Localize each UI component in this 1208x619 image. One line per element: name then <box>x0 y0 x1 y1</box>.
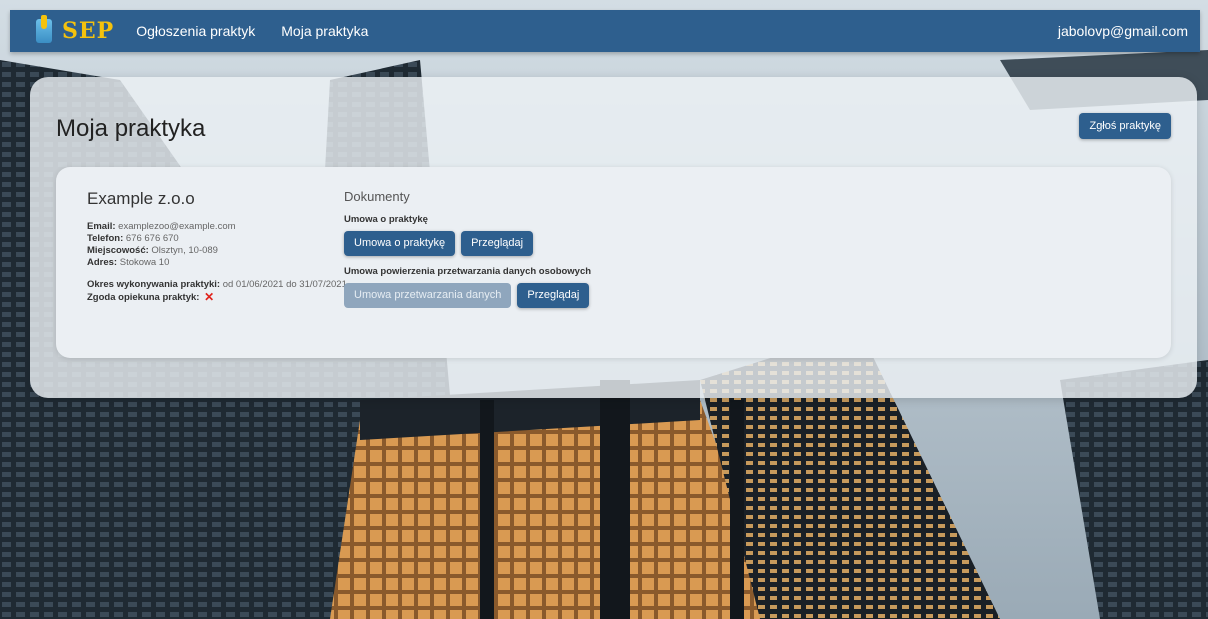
report-internship-button[interactable]: Zgłoś praktykę <box>1079 113 1171 139</box>
logo-icon <box>36 15 52 43</box>
company-name: Example z.o.o <box>87 189 195 208</box>
internship-agreement-label: Umowa o praktykę <box>344 214 428 225</box>
supervisor-consent-line: Zgoda opiekuna praktyk: ✕ <box>87 291 347 304</box>
internship-period: od 01/06/2021 do 31/07/2021 <box>222 279 347 290</box>
company-email-line: Email: examplezoo@example.com <box>87 221 347 233</box>
main-panel: Moja praktyka Zgłoś praktykę Example z.o… <box>30 77 1197 398</box>
data-processing-agreement-browse-button[interactable]: Przeglądaj <box>517 283 590 308</box>
page-title: Moja praktyka <box>56 115 206 142</box>
logo-text: SEP <box>62 18 115 44</box>
consent-label: Zgoda opiekuna praktyk: <box>87 292 200 303</box>
internship-agreement-button[interactable]: Umowa o praktykę <box>344 231 456 256</box>
internship-period-line: Okres wykonywania praktyki: od 01/06/202… <box>87 279 347 291</box>
internship-card: Example z.o.o Email: examplezoo@example.… <box>56 167 1171 358</box>
company-city: Olsztyn, 10-089 <box>151 245 218 256</box>
company-address: Stokowa 10 <box>119 257 170 268</box>
nav-link-internship-offers[interactable]: Ogłoszenia praktyk <box>136 23 255 39</box>
company-phone: 676 676 670 <box>125 233 179 244</box>
nav-link-my-internship[interactable]: Moja praktyka <box>281 23 368 39</box>
company-address-line: Adres: Stokowa 10 <box>87 257 347 269</box>
company-phone-line: Telefon: 676 676 670 <box>87 233 347 245</box>
phone-label: Telefon: <box>87 233 124 244</box>
period-label: Okres wykonywania praktyki: <box>87 279 221 290</box>
app-logo[interactable]: SEP <box>36 15 115 46</box>
documents-section: Dokumenty Umowa o praktykę Umowa o prakt… <box>344 189 744 318</box>
internship-agreement-actions: Umowa o praktykę Przeglądaj <box>344 231 744 256</box>
company-city-line: Miejscowość: Olsztyn, 10-089 <box>87 245 347 257</box>
top-navbar: SEP Ogłoszenia praktyk Moja praktyka jab… <box>10 10 1200 52</box>
city-label: Miejscowość: <box>87 245 149 256</box>
data-processing-agreement-label: Umowa powierzenia przetwarzania danych o… <box>344 266 592 277</box>
data-processing-agreement-button[interactable]: Umowa przetwarzania danych <box>344 283 512 308</box>
cross-icon: ✕ <box>204 290 215 304</box>
documents-title: Dokumenty <box>344 189 410 204</box>
internship-agreement-browse-button[interactable]: Przeglądaj <box>461 231 534 256</box>
email-label: Email: <box>87 221 116 232</box>
user-email-menu[interactable]: jabolovp@gmail.com <box>1058 23 1188 39</box>
data-processing-agreement-actions: Umowa przetwarzania danych Przeglądaj <box>344 283 744 308</box>
address-label: Adres: <box>87 257 118 268</box>
company-email: examplezoo@example.com <box>118 221 236 232</box>
company-info: Example z.o.o Email: examplezoo@example.… <box>87 189 347 304</box>
